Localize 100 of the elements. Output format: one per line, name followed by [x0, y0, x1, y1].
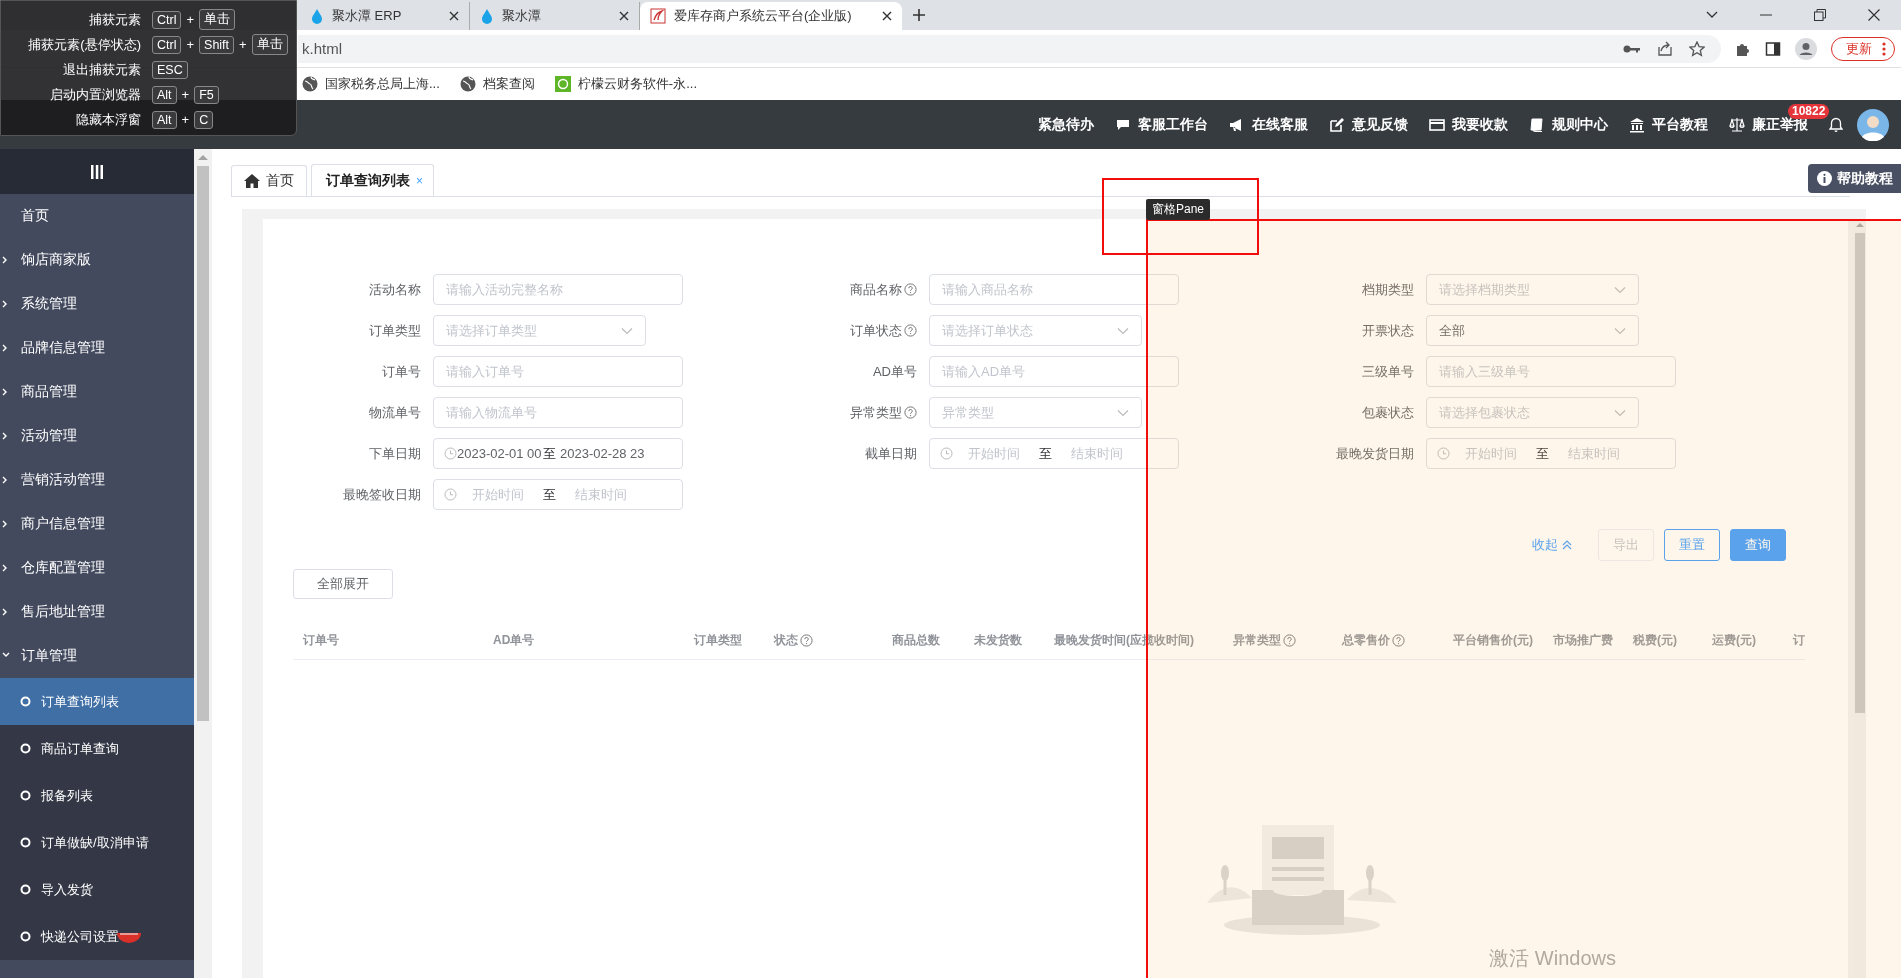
bookmark[interactable]: 国家税务总局上海...	[302, 75, 440, 93]
sidebar-item[interactable]: 商品管理	[0, 370, 194, 414]
avatar-icon[interactable]	[1857, 108, 1889, 141]
text-field[interactable]: 请输入活动完整名称	[433, 274, 683, 305]
range-separator: 至	[1039, 444, 1052, 463]
text-field[interactable]: 请输入物流单号	[433, 397, 683, 428]
star-icon[interactable]	[1689, 40, 1705, 57]
sidebar-item[interactable]: 活动管理	[0, 414, 194, 458]
header-nav-link[interactable]: 意见反馈	[1329, 115, 1408, 134]
chevron-down-icon	[1117, 326, 1129, 335]
sidebar-subitem[interactable]: 订单查询列表	[0, 678, 194, 725]
sidebar-item[interactable]: 品牌信息管理	[0, 326, 194, 370]
field-label: 开票状态	[1362, 321, 1414, 340]
sidebar-subitem[interactable]: 快递公司设置	[0, 913, 194, 960]
close-icon[interactable]	[882, 11, 892, 21]
date-range-field[interactable]: 开始时间 至 结束时间	[929, 438, 1179, 469]
address-bar[interactable]: k.html	[298, 34, 1721, 63]
key-cap: Alt	[152, 85, 177, 104]
site-logo-icon	[650, 8, 666, 24]
close-icon[interactable]	[449, 11, 459, 21]
field-label: 订单类型	[369, 321, 421, 340]
shortcut-label: 启动内置浏览器	[49, 85, 142, 104]
plus-sign: +	[181, 87, 190, 102]
date-range-field[interactable]: 2023-02-01 00至 2023-02-28 23	[433, 438, 683, 469]
select-field[interactable]: 全部	[1426, 315, 1639, 346]
shortcut-label: 捕获元素	[88, 10, 142, 29]
bookmark[interactable]: 柠檬云财务软件-永...	[554, 75, 697, 93]
text-field[interactable]: 请输入商品名称	[929, 274, 1179, 305]
help-icon	[1392, 633, 1405, 647]
side-panel-icon[interactable]	[1765, 40, 1781, 57]
sidebar-item[interactable]: 营销活动管理	[0, 458, 194, 502]
help-icon	[800, 633, 813, 647]
profile-icon[interactable]	[1795, 37, 1817, 60]
key-icon[interactable]	[1623, 43, 1641, 54]
range-separator: 至	[543, 444, 556, 463]
key-cap: ESC	[152, 60, 188, 79]
chevron-down-icon	[1614, 285, 1626, 294]
sidebar-item[interactable]: 系统管理	[0, 282, 194, 326]
shortcut-label: 捕获元素(悬停状态)	[27, 35, 142, 54]
lemon-icon	[554, 76, 571, 92]
field-label: 订单号	[382, 362, 421, 381]
sidebar-subitem[interactable]: 导入发货	[0, 866, 194, 913]
expand-all-button[interactable]: 全部展开	[293, 569, 393, 599]
help-button[interactable]: 帮助教程	[1808, 164, 1901, 193]
field-label: 异常类型	[850, 403, 917, 422]
more-icon	[1882, 41, 1886, 56]
clock-icon	[444, 488, 457, 501]
column-header: 未发货数	[974, 631, 1022, 649]
sidebar-item[interactable]: 售后地址管理	[0, 590, 194, 634]
field-label: 订单状态	[850, 321, 917, 340]
bookmark[interactable]: 档案查阅	[459, 75, 535, 93]
field-label: 物流单号	[369, 403, 421, 422]
page-tab[interactable]: 首页	[231, 165, 307, 196]
restore-icon[interactable]	[1814, 9, 1826, 21]
column-header: 运费(元)	[1712, 631, 1756, 649]
scrollbar-thumb[interactable]	[197, 166, 209, 721]
field-label: 档期类型	[1362, 280, 1414, 299]
text-field[interactable]: 请输入AD单号	[929, 356, 1179, 387]
shortcut-label: 隐藏本浮窗	[75, 110, 142, 129]
key-cap: Alt	[152, 110, 177, 129]
header-nav-link[interactable]: 客服工作台	[1115, 115, 1208, 134]
plus-sign: +	[186, 37, 195, 52]
help-icon	[904, 324, 917, 337]
tab-title: 聚水潭 ERP	[332, 7, 403, 25]
globe-icon	[459, 76, 476, 92]
tab-title: 聚水潭	[502, 7, 542, 25]
sidebar-item[interactable]: 仓库配置管理	[0, 546, 194, 590]
bank-icon	[1629, 116, 1645, 133]
field-label: 包裹状态	[1362, 403, 1414, 422]
header-nav-link[interactable]: 我要收款	[1429, 115, 1508, 134]
sidebar-item[interactable]: 饷店商家版	[0, 238, 194, 282]
share-icon[interactable]	[1657, 41, 1673, 56]
chevron-down-icon[interactable]	[1706, 11, 1718, 19]
header-nav-link[interactable]: 在线客服	[1229, 115, 1308, 134]
date-range-field[interactable]: 开始时间 至 结束时间	[433, 479, 683, 510]
key-cap: Shift	[199, 35, 235, 54]
bell-icon[interactable]	[1829, 116, 1843, 133]
sidebar-subitem[interactable]: 订单做缺/取消申请	[0, 819, 194, 866]
header-nav-link[interactable]: 紧急待办	[1038, 115, 1094, 134]
help-icon	[1283, 633, 1296, 647]
sidebar-item[interactable]: 首页	[0, 194, 194, 238]
page-tab[interactable]: 订单查询列表 ×	[311, 164, 434, 196]
sidebar-item[interactable]: 商户信息管理	[0, 502, 194, 546]
sidebar-item[interactable]: 订单管理	[0, 634, 194, 678]
browser-tab[interactable]: 爱库存商户系统云平台(企业版)	[640, 2, 902, 30]
header-nav-link[interactable]: 平台教程	[1629, 115, 1708, 134]
menu-icon[interactable]	[90, 163, 104, 180]
sidebar-subitem[interactable]: 商品订单查询	[0, 725, 194, 772]
header-nav-link[interactable]: 规则中心	[1529, 115, 1608, 134]
new-tab-icon[interactable]	[912, 8, 926, 22]
clock-icon	[444, 447, 457, 460]
ring-icon	[20, 931, 31, 942]
close-icon[interactable]	[619, 11, 629, 21]
scales-icon	[1729, 116, 1745, 133]
chevron-down-icon	[621, 326, 633, 335]
text-field[interactable]: 请输入订单号	[433, 356, 683, 387]
close-icon[interactable]	[1868, 9, 1880, 21]
update-button[interactable]: 更新	[1831, 36, 1895, 61]
scrollbar-thumb[interactable]	[1855, 233, 1865, 713]
sidebar-subitem[interactable]: 报备列表	[0, 772, 194, 819]
